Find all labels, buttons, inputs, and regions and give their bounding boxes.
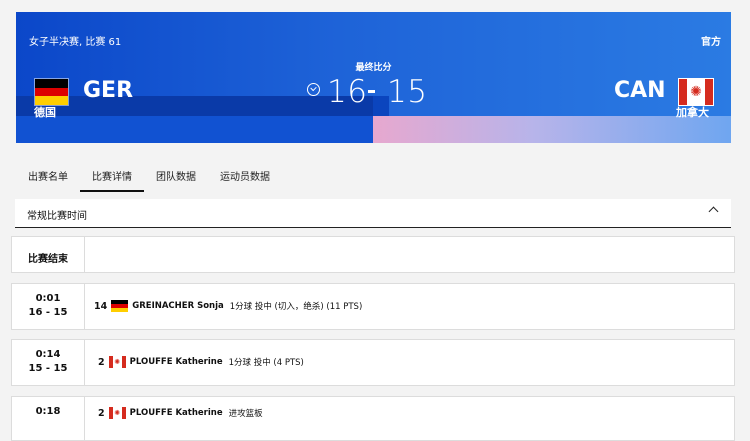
player-number: 14 [94, 300, 108, 312]
home-score: 16 [327, 74, 368, 110]
canada-flag-icon: ✺ [108, 356, 126, 368]
player-name[interactable]: PLOUFFE Katherine [130, 357, 223, 367]
play-description: 2 ✺ PLOUFFE Katherine 1分球 投中 (4 PTS) [98, 356, 304, 368]
play-score: 16 - 15 [28, 307, 68, 318]
play-row: 0:14 15 - 15 2 ✺ PLOUFFE Katherine 1分球 投… [11, 339, 735, 386]
player-name[interactable]: GREINACHER Sonja [132, 301, 224, 311]
play-action: 1分球 投中 (4 PTS) [228, 358, 304, 368]
canada-flag-icon: ✺ [678, 78, 714, 106]
regular-time-section-header[interactable]: 常规比赛时间 [15, 199, 731, 228]
event-title: 女子半决赛, 比赛 61 [29, 37, 122, 48]
chevron-up-icon[interactable] [708, 206, 719, 217]
tab-game-details[interactable]: 比赛详情 [80, 160, 144, 192]
play-action: 进攻篮板 [228, 409, 263, 419]
official-label: 官方 [701, 37, 721, 48]
away-team-code: CAN [614, 78, 666, 103]
germany-flag-icon [34, 78, 69, 106]
germany-flag-icon [111, 300, 129, 312]
tab-team-stats[interactable]: 团队数据 [144, 160, 208, 190]
play-row: 比赛结束 [11, 236, 735, 273]
play-description: 2 ✺ PLOUFFE Katherine 进攻篮板 [98, 407, 263, 419]
final-score-label: 最终比分 [355, 63, 392, 73]
section-title: 常规比赛时间 [27, 211, 87, 222]
canada-flag-icon: ✺ [108, 407, 126, 419]
tab-roster[interactable]: 出赛名单 [16, 160, 80, 190]
home-team-name: 德国 [34, 106, 56, 119]
play-row: 0:18 2 ✺ PLOUFFE Katherine 进攻篮板 [11, 396, 735, 441]
play-row: 0:01 16 - 15 14 GREINACHER Sonja 1分球 投中 … [11, 283, 735, 330]
home-team-code: GER [83, 78, 134, 103]
away-score: 15 [387, 74, 428, 110]
game-end-label: 比赛结束 [28, 254, 68, 265]
player-number: 2 [98, 407, 105, 419]
final-check-icon [307, 83, 320, 96]
play-time: 0:18 [35, 406, 61, 417]
play-action: 1分球 投中 (切入，绝杀) (11 PTS) [229, 302, 363, 312]
play-time: 0:01 [35, 293, 61, 304]
player-number: 2 [98, 356, 105, 368]
time-cell [12, 397, 85, 440]
play-score: 15 - 15 [28, 363, 68, 374]
tab-bar: 出赛名单 比赛详情 团队数据 运动员数据 [16, 160, 282, 192]
score-separator [368, 90, 375, 93]
game-header-banner: 女子半决赛, 比赛 61 官方 最终比分 16 15 GER 德国 CAN ✺ … [16, 12, 731, 143]
play-time: 0:14 [35, 349, 61, 360]
player-name[interactable]: PLOUFFE Katherine [130, 408, 223, 418]
banner-stripe [373, 116, 731, 143]
tab-player-stats[interactable]: 运动员数据 [208, 160, 282, 190]
away-team-name: 加拿大 [676, 106, 709, 119]
play-description: 14 GREINACHER Sonja 1分球 投中 (切入，绝杀) (11 P… [94, 300, 362, 312]
banner-stripe [16, 116, 373, 143]
